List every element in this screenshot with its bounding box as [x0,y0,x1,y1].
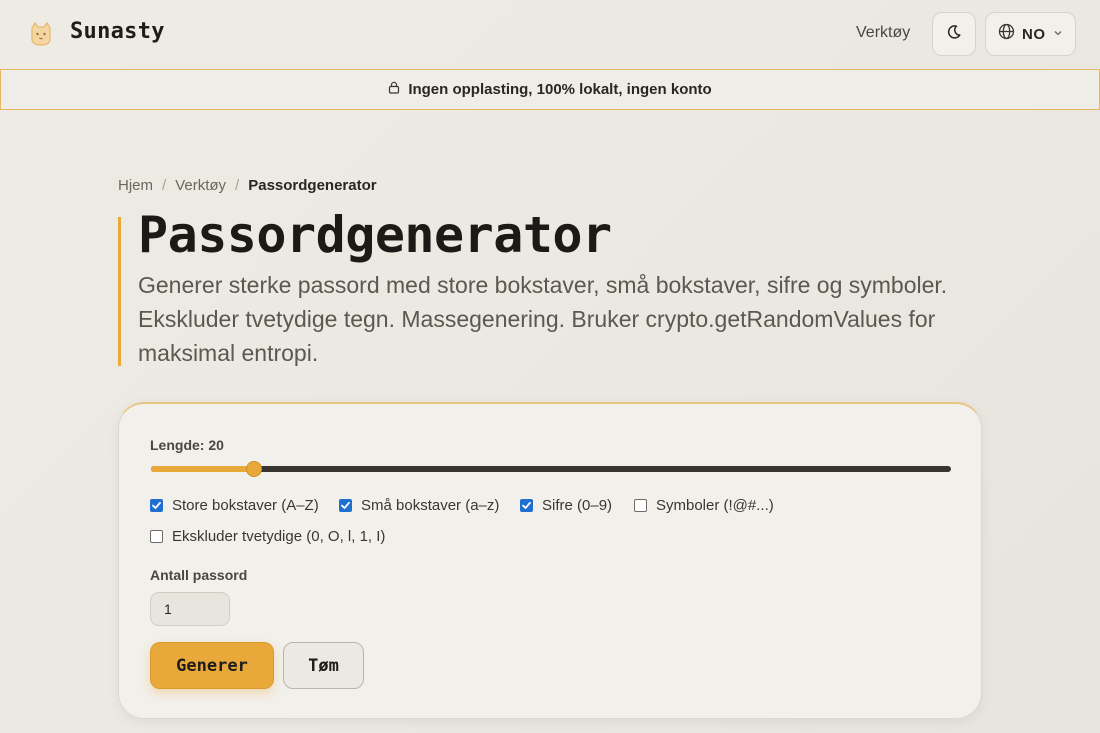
breadcrumb-current: Passordgenerator [248,177,377,194]
option-uppercase-label: Store bokstaver (A–Z) [172,497,319,514]
count-input[interactable]: 1 [150,592,230,626]
option-lowercase[interactable]: Små bokstaver (a–z) [339,497,499,514]
length-slider[interactable] [151,461,951,477]
option-exclude-ambiguous-label: Ekskluder tvetydige (0, O, l, 1, I) [172,528,386,545]
language-select[interactable]: NO [985,12,1076,56]
generate-button[interactable]: Generer [150,642,274,689]
top-nav: Sunasty Verktøy NO [0,0,1100,68]
theme-toggle-button[interactable] [932,12,976,56]
generator-card: Lengde: 20 Store bokstaver (A–Z) Små bok… [118,402,982,719]
checkbox-lowercase[interactable] [339,499,352,512]
clear-button[interactable]: Tøm [283,642,364,689]
lock-icon [388,81,400,99]
breadcrumb-tools[interactable]: Verktøy [175,177,226,194]
cat-logo-icon[interactable] [26,19,56,49]
globe-icon [998,23,1015,45]
breadcrumb-separator: / [162,177,167,194]
option-exclude-ambiguous[interactable]: Ekskluder tvetydige (0, O, l, 1, I) [150,528,385,545]
title-accent-bar [118,217,121,366]
breadcrumb-home[interactable]: Hjem [118,177,153,194]
option-uppercase[interactable]: Store bokstaver (A–Z) [150,497,319,514]
moon-icon [946,24,962,45]
breadcrumb-separator: / [235,177,240,194]
option-lowercase-label: Små bokstaver (a–z) [361,497,500,514]
page-description: Generer sterke passord med store bokstav… [138,272,948,366]
option-symbols[interactable]: Symboler (!@#...) [634,497,774,514]
count-label: Antall passord [150,567,248,583]
option-digits-label: Sifre (0–9) [542,497,613,514]
breadcrumb: Hjem / Verktøy / Passordgenerator [118,177,377,194]
page-title: Passordgenerator [138,206,612,264]
checkbox-uppercase[interactable] [150,499,163,512]
brand-name[interactable]: Sunasty [70,19,165,44]
option-digits[interactable]: Sifre (0–9) [520,497,612,514]
option-symbols-label: Symboler (!@#...) [656,497,774,514]
chevron-down-icon [1053,25,1063,43]
checkbox-exclude-ambiguous[interactable] [150,530,163,543]
privacy-banner: Ingen opplasting, 100% lokalt, ingen kon… [0,69,1100,110]
checkbox-digits[interactable] [520,499,533,512]
banner-text: Ingen opplasting, 100% lokalt, ingen kon… [408,81,712,98]
checkbox-symbols[interactable] [634,499,647,512]
length-slider-thumb[interactable] [246,461,262,477]
language-label: NO [1022,25,1046,43]
nav-link-tools[interactable]: Verktøy [856,24,910,42]
length-label: Lengde: 20 [150,437,224,453]
length-slider-fill [151,466,254,472]
